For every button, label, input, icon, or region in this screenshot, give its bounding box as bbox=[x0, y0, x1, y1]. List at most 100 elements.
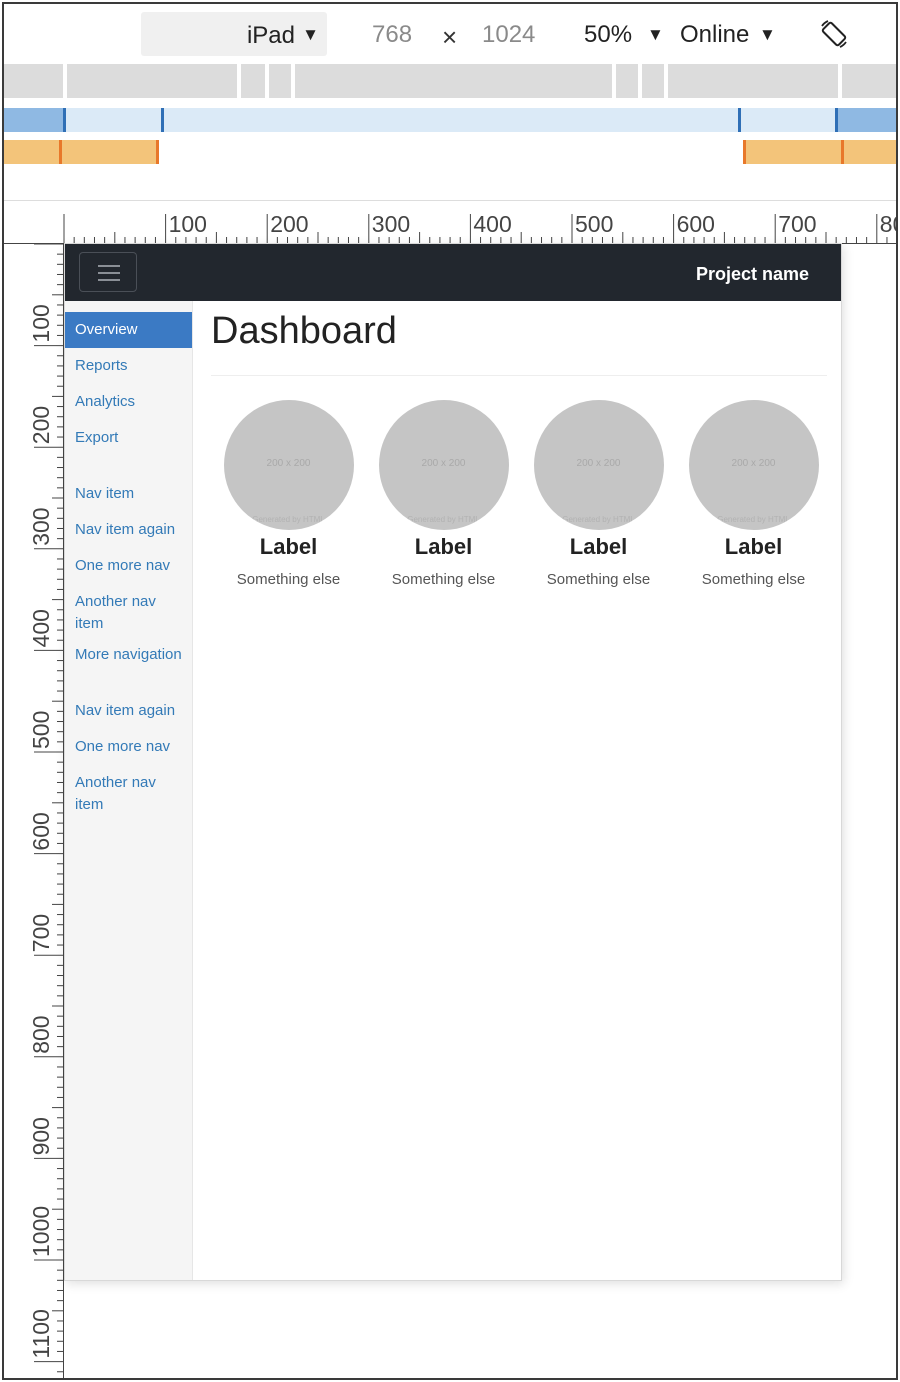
sidebar-group-secondary: Nav item Nav item again One more nav Ano… bbox=[65, 476, 192, 673]
rotate-icon[interactable] bbox=[816, 16, 852, 52]
media-query-bar-min-width[interactable] bbox=[4, 140, 896, 164]
placeholder-label: Label bbox=[259, 533, 318, 559]
viewport-height-field[interactable]: 1024 bbox=[482, 21, 535, 49]
sidebar-item-nav-item-again[interactable]: Nav item again bbox=[65, 693, 192, 729]
placeholder-size-text: 200 x 200 bbox=[731, 457, 776, 469]
media-query-bar-min-max-width[interactable] bbox=[4, 108, 896, 132]
mq-segment[interactable] bbox=[4, 108, 63, 132]
sidebar: Overview Reports Analytics Export Nav it… bbox=[65, 301, 193, 1280]
mq-segment[interactable] bbox=[741, 108, 835, 132]
ruler-label: 1000 bbox=[28, 1206, 54, 1257]
sidebar-item-export[interactable]: Export bbox=[65, 420, 192, 456]
sidebar-item-nav-item[interactable]: Nav item bbox=[65, 476, 192, 512]
mq-segment[interactable] bbox=[838, 108, 896, 132]
page-title: Dashboard bbox=[211, 310, 397, 352]
main-content: Dashboard 200 x 200 Generated by HTML La… bbox=[211, 301, 831, 588]
placeholder-card: 200 x 200 Generated by HTML Label Someth… bbox=[366, 399, 521, 588]
device-toolbar: iPad ▼ 768 × 1024 50% ▼ Online ▼ bbox=[4, 4, 896, 62]
device-select-label: iPad bbox=[246, 22, 295, 49]
horizontal-ruler: 100 200 300 400 500 600 700 80 bbox=[4, 211, 896, 244]
placeholder-credit-text: Generated by HTML bbox=[407, 514, 480, 524]
ruler-label: 400 bbox=[473, 211, 511, 237]
ruler-label: 500 bbox=[575, 211, 613, 237]
sidebar-group-tertiary: Nav item again One more nav Another nav … bbox=[65, 693, 192, 823]
sidebar-item-one-more-nav[interactable]: One more nav bbox=[65, 729, 192, 765]
sidebar-group-primary: Overview Reports Analytics Export bbox=[65, 312, 192, 456]
placeholder-label: Label bbox=[569, 533, 628, 559]
mq-breakpoint-mark bbox=[156, 140, 159, 164]
ruler-label: 1100 bbox=[28, 1309, 54, 1358]
placeholder-card: 200 x 200 Generated by HTML Label Someth… bbox=[676, 399, 831, 588]
mq-segment[interactable] bbox=[616, 64, 638, 98]
mq-segment[interactable] bbox=[746, 140, 841, 164]
sidebar-item-reports[interactable]: Reports bbox=[65, 348, 192, 384]
mq-segment[interactable] bbox=[4, 140, 59, 164]
vertical-ruler: 100 200 300 400 500 600 700 800 900 1000 1100 bbox=[28, 244, 64, 1378]
placeholder-row: 200 x 200 Generated by HTML Label Someth… bbox=[211, 399, 831, 588]
hamburger-line bbox=[98, 279, 120, 281]
mq-segment[interactable] bbox=[668, 64, 838, 98]
ruler-label: 600 bbox=[677, 211, 715, 237]
rotate-icon-graphic bbox=[821, 20, 847, 48]
mq-segment[interactable] bbox=[62, 140, 156, 164]
mq-segment[interactable] bbox=[241, 64, 265, 98]
mq-segment[interactable] bbox=[844, 140, 896, 164]
app-navbar: Project name bbox=[65, 244, 841, 301]
mq-segment[interactable] bbox=[842, 64, 896, 98]
mq-segment[interactable] bbox=[295, 64, 612, 98]
media-query-bar-max-width[interactable] bbox=[4, 64, 896, 98]
ruler-label: 200 bbox=[270, 211, 308, 237]
placeholder-image: 200 x 200 Generated by HTML bbox=[688, 399, 819, 530]
ruler-label: 400 bbox=[28, 609, 54, 647]
ruler-label: 700 bbox=[28, 914, 54, 952]
mq-segment[interactable] bbox=[4, 64, 63, 98]
ruler-label: 100 bbox=[28, 304, 54, 342]
placeholder-credit-text: Generated by HTML bbox=[717, 514, 790, 524]
sidebar-item-another-nav-item[interactable]: Another nav item bbox=[65, 765, 183, 823]
placeholder-size-text: 200 x 200 bbox=[421, 457, 466, 469]
device-viewport: Project name Overview Reports Analytics … bbox=[64, 243, 842, 1281]
sidebar-item-another-nav-item[interactable]: Another nav item bbox=[65, 584, 183, 642]
title-divider bbox=[211, 374, 827, 376]
sidebar-item-analytics[interactable]: Analytics bbox=[65, 384, 192, 420]
sidebar-item-nav-item-again[interactable]: Nav item again bbox=[65, 512, 192, 548]
placeholder-image: 200 x 200 Generated by HTML bbox=[533, 399, 664, 530]
placeholder-subtext: Something else bbox=[701, 570, 806, 588]
placeholder-subtext: Something else bbox=[546, 570, 651, 588]
mq-segment[interactable] bbox=[164, 108, 738, 132]
placeholder-credit-text: Generated by HTML bbox=[562, 514, 635, 524]
caret-down-icon: ▼ bbox=[647, 25, 664, 44]
caret-down-icon: ▼ bbox=[302, 25, 319, 44]
ruler-label: 80 bbox=[880, 211, 896, 237]
mq-segment[interactable] bbox=[66, 108, 162, 132]
brand-link[interactable]: Project name bbox=[696, 264, 809, 285]
sidebar-item-one-more-nav[interactable]: One more nav bbox=[65, 548, 192, 584]
sidebar-item-overview[interactable]: Overview bbox=[65, 312, 192, 348]
placeholder-label: Label bbox=[414, 533, 473, 559]
placeholder-image: 200 x 200 Generated by HTML bbox=[378, 399, 509, 530]
ruler-label: 300 bbox=[372, 211, 410, 237]
viewport-width-field[interactable]: 768 bbox=[372, 21, 412, 49]
hamburger-line bbox=[98, 265, 120, 267]
devtools-frame: iPad ▼ 768 × 1024 50% ▼ Online ▼ 100 200… bbox=[2, 2, 898, 1380]
ruler-label: 100 bbox=[169, 211, 207, 237]
ruler-label: 500 bbox=[28, 711, 54, 749]
ruler-label: 300 bbox=[28, 507, 54, 545]
device-select[interactable]: iPad ▼ bbox=[141, 12, 327, 56]
placeholder-subtext: Something else bbox=[391, 570, 496, 588]
sidebar-item-more-navigation[interactable]: More navigation bbox=[65, 642, 192, 673]
placeholder-subtext: Something else bbox=[236, 570, 341, 588]
mq-segment[interactable] bbox=[269, 64, 291, 98]
ruler-label: 600 bbox=[28, 812, 54, 850]
mq-segment[interactable] bbox=[67, 64, 237, 98]
placeholder-card: 200 x 200 Generated by HTML Label Someth… bbox=[211, 399, 366, 588]
placeholder-size-text: 200 x 200 bbox=[576, 457, 621, 469]
hamburger-line bbox=[98, 272, 120, 274]
mq-segment[interactable] bbox=[642, 64, 664, 98]
hamburger-icon[interactable] bbox=[79, 252, 137, 292]
zoom-select-label: 50% bbox=[584, 21, 633, 48]
toolbar-divider bbox=[4, 200, 896, 201]
ruler-label: 900 bbox=[28, 1117, 54, 1155]
placeholder-size-text: 200 x 200 bbox=[266, 457, 311, 469]
caret-down-icon: ▼ bbox=[759, 25, 776, 44]
